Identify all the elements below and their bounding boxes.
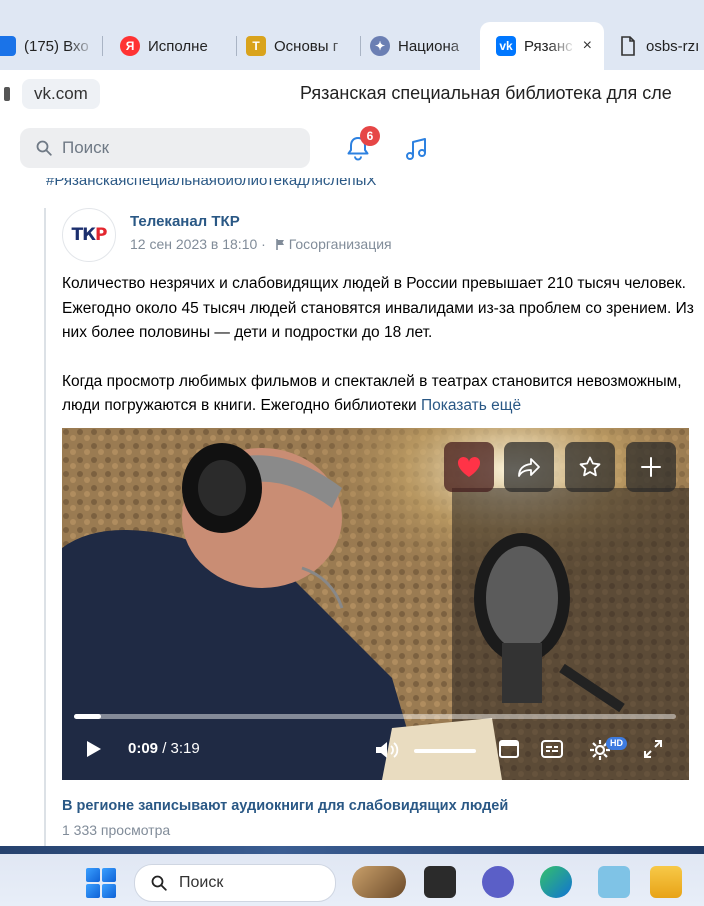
duration: 3:19 [170,740,200,757]
post-paragraph-1: Количество незрячих и слабовидящих людей… [62,275,694,341]
video-progress-bar[interactable] [74,714,676,719]
search-placeholder: Поиск [62,138,110,157]
site-info-icon[interactable] [4,87,10,101]
bookmark-button[interactable] [565,442,615,492]
tab-mail[interactable]: (175) Вхо [0,22,96,70]
windows-taskbar: Поиск [0,846,704,906]
video-views: 1 333 просмотра [62,822,171,838]
tab-label: osbs-rzı [646,37,700,55]
tab-yandex[interactable]: Я Исполне [120,22,232,70]
tab-vk-active[interactable]: vk Рязанс × [480,22,604,70]
taskbar-search-placeholder: Поиск [179,874,224,891]
file-explorer-icon[interactable] [650,866,682,898]
post-paragraph-2-text: Когда просмотр любимых фильмов и спектак… [62,372,682,415]
star-icon [579,456,601,477]
post-date[interactable]: 12 сен 2023 в 18:10 [130,236,257,252]
tab-nacional[interactable]: ✦ Национа [370,22,476,70]
vk-icon: vk [496,36,516,56]
video-player[interactable]: 0:09 / 3:19 HD [62,428,689,780]
address-pill[interactable]: vk.com [22,79,100,109]
tab-osbs[interactable]: osbs-rzı [618,22,704,70]
vk-header: Поиск 6 [0,118,704,178]
flag-icon [275,239,284,250]
video-time: 0:09 / 3:19 [128,740,200,757]
avatar[interactable]: ТКР [62,208,116,262]
search-input[interactable]: Поиск [20,128,310,168]
edge-icon[interactable] [540,866,572,898]
tab-label: Исполне [148,37,208,55]
hd-badge: HD [606,737,627,750]
add-button[interactable] [626,442,676,492]
browser-tab-strip: (175) Вхо Я Исполне Т Основы г ✦ Национа… [0,0,704,70]
yandex-icon: Я [120,36,140,56]
hashtag-link[interactable]: #РязанскаяспециальнаябиблиотекадляслепыХ [46,178,376,189]
tab-osnovy[interactable]: Т Основы г [246,22,356,70]
subtitles-icon[interactable] [540,738,564,760]
news-feed: #РязанскаяспециальнаябиблиотекадляслепыХ… [0,178,704,846]
heart-icon [457,456,481,477]
meta-dot: · [261,236,266,252]
org-label: Госорганизация [288,236,392,252]
page-title: Рязанская специальная библиотека для сле [300,83,672,103]
share-icon [518,458,540,477]
taskbar-search-input[interactable]: Поиск [134,864,336,902]
document-icon [618,36,638,56]
video-title[interactable]: В регионе записывают аудиокниги для слаб… [62,798,508,814]
close-tab-icon[interactable]: × [583,37,592,55]
post-meta: 12 сен 2023 в 18:10 · Госорганизация [130,236,392,252]
show-more-link[interactable]: Показать ещё [421,397,521,414]
plus-icon [641,457,661,477]
miniplayer-icon[interactable] [498,738,520,760]
current-time: 0:09 [128,740,159,757]
like-button[interactable] [444,442,494,492]
mail-icon [0,36,16,56]
volume-slider[interactable] [414,749,476,753]
search-icon [151,875,167,891]
search-icon [36,140,52,156]
post-text: Количество незрячих и слабовидящих людей… [62,272,694,419]
address-bar-row: vk.com Рязанская специальная библиотека … [0,70,704,118]
video-controls: 0:09 / 3:19 HD [62,728,689,772]
share-button[interactable] [504,442,554,492]
video-progress-fill [74,714,102,719]
eagle-icon: ✦ [370,36,390,56]
app-icon[interactable] [598,866,630,898]
post-paragraph-2: Когда просмотр любимых фильмов и спектак… [62,370,694,419]
music-icon[interactable] [404,136,430,162]
windows-start-icon[interactable] [86,868,116,898]
repost-line [44,208,46,846]
chat-icon[interactable] [482,866,514,898]
fullscreen-icon[interactable] [642,738,664,760]
tkr-logo: ТКР [71,225,108,245]
play-icon[interactable] [86,740,102,758]
notification-badge: 6 [360,126,380,146]
wallpaper-strip [0,846,704,854]
post-author[interactable]: Телеканал ТКР [130,213,240,230]
widgets-icon[interactable] [352,866,406,898]
emblem-icon: Т [246,36,266,56]
volume-icon[interactable] [374,740,402,760]
task-view-icon[interactable] [424,866,456,898]
